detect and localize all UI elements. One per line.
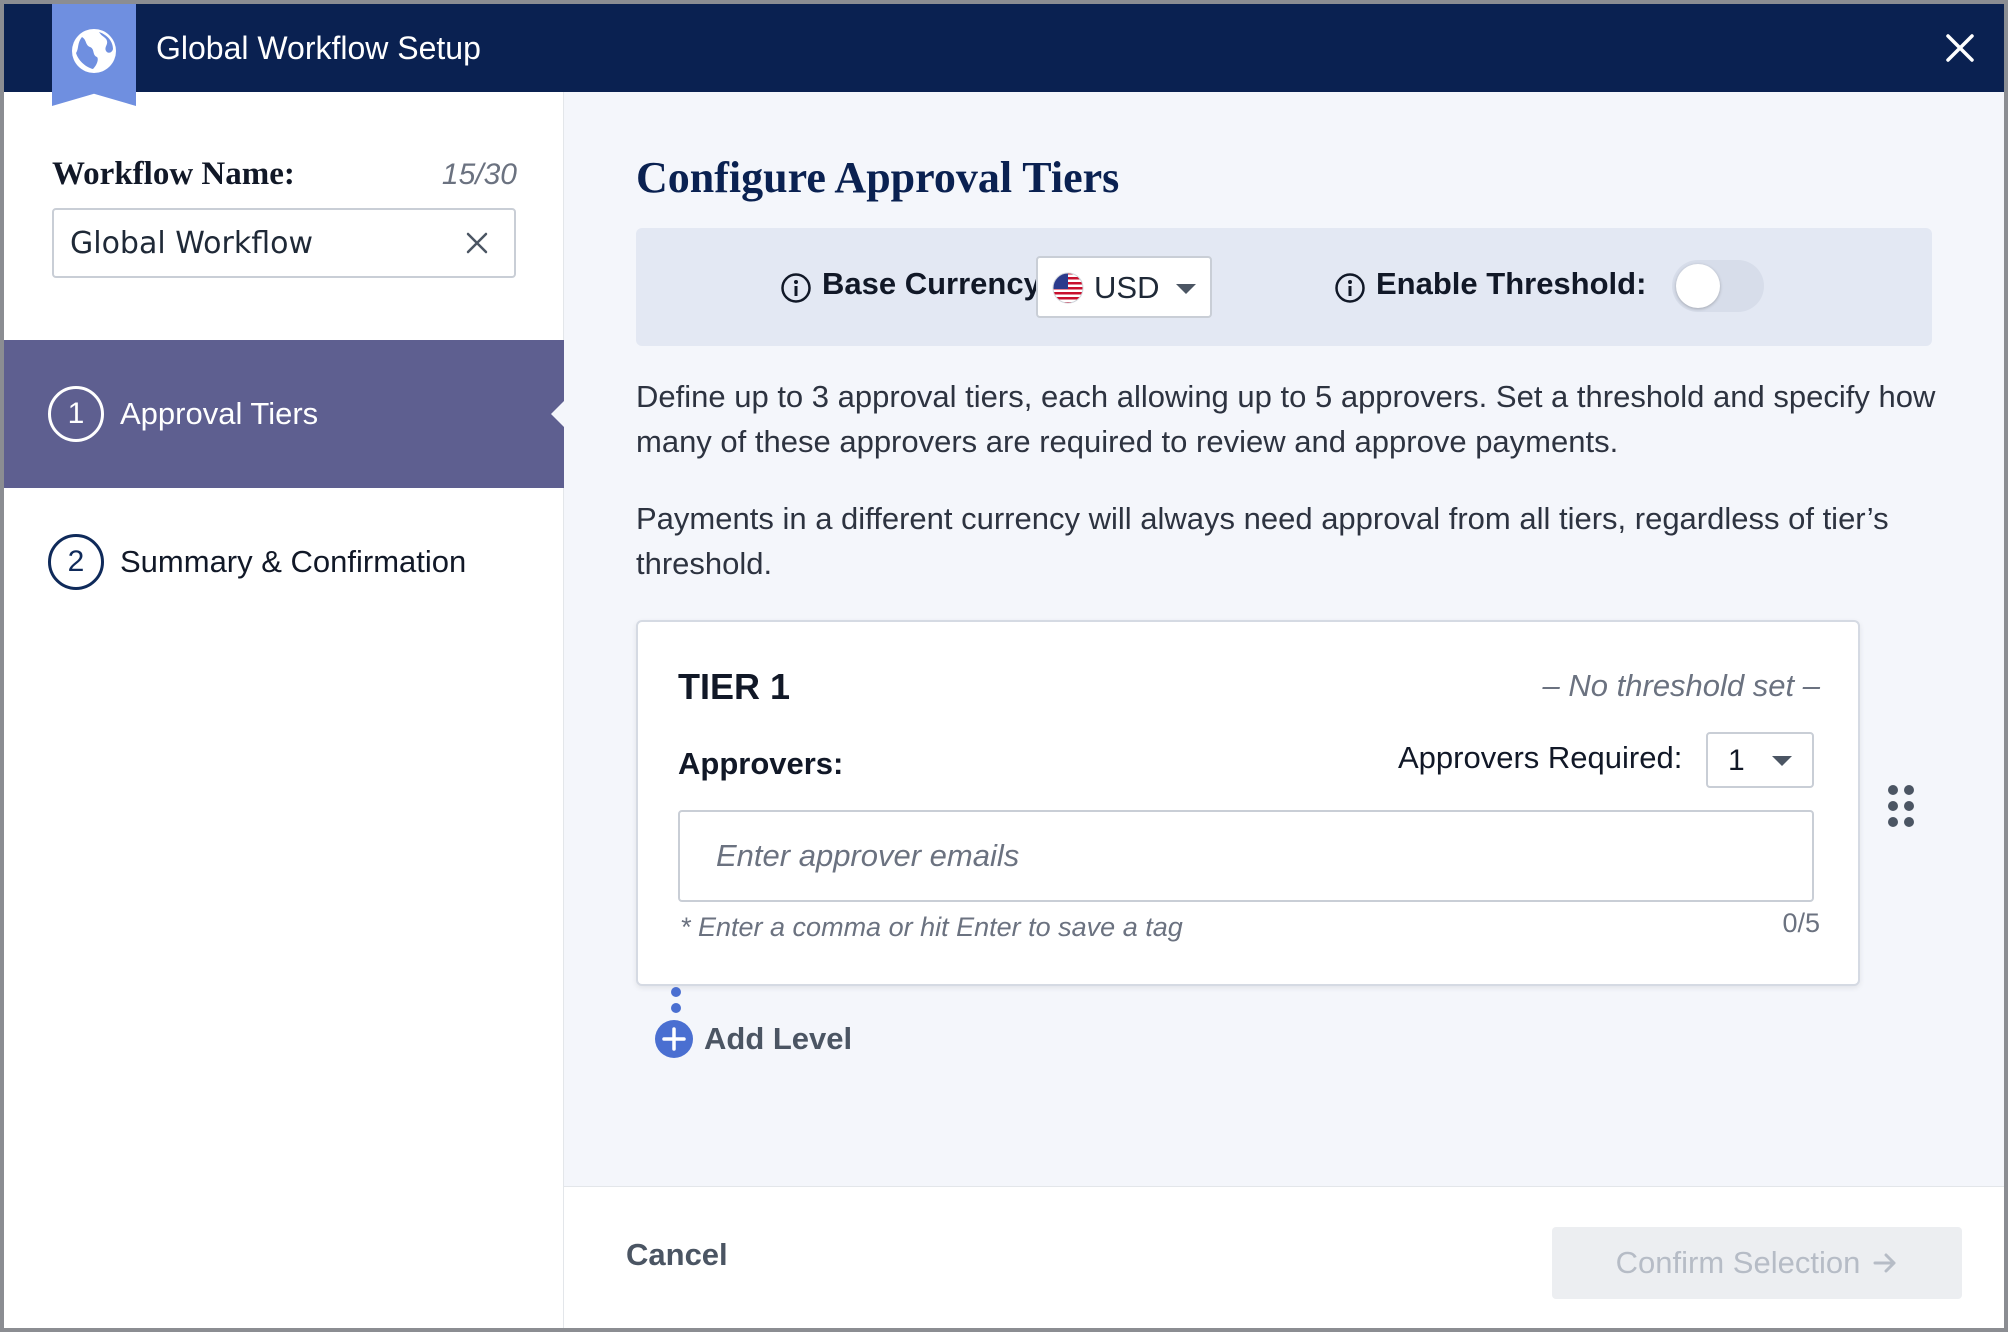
approvers-required-select[interactable]: 1 xyxy=(1706,732,1814,788)
config-bar: Base Currency: USD Enable Threshold: xyxy=(636,228,1932,346)
email-hint: * Enter a comma or hit Enter to save a t… xyxy=(680,912,1183,942)
connector-dot xyxy=(671,987,681,997)
step-number: 2 xyxy=(48,534,104,590)
step-approval-tiers[interactable]: 1 Approval Tiers xyxy=(4,340,565,488)
approvers-label: Approvers: xyxy=(678,746,844,781)
description-tiers: Define up to 3 approval tiers, each allo… xyxy=(636,379,1936,459)
description-currency: Payments in a different currency will al… xyxy=(636,501,1889,581)
chevron-down-icon xyxy=(1772,756,1792,766)
approver-count: 0/5 xyxy=(1782,908,1820,938)
active-step-pointer xyxy=(551,400,565,428)
confirm-label: Confirm Selection xyxy=(1615,1245,1861,1280)
currency-value: USD xyxy=(1094,270,1160,305)
main-content: Configure Approval Tiers Base Currency: xyxy=(564,92,2004,1186)
step-summary-confirmation[interactable]: 2 Summary & Confirmation xyxy=(4,488,564,636)
globe-icon xyxy=(72,29,116,73)
char-count: 15/30 xyxy=(441,158,517,191)
approvers-required-label: Approvers Required: xyxy=(1398,740,1683,775)
base-currency-label: Base Currency: xyxy=(822,266,1052,301)
workflow-name-input[interactable] xyxy=(52,208,516,278)
close-button[interactable] xyxy=(1938,26,1982,70)
modal-footer: Cancel Confirm Selection xyxy=(564,1186,2004,1328)
close-icon xyxy=(466,232,488,254)
tier-title: TIER 1 xyxy=(678,666,791,707)
us-flag-icon xyxy=(1052,272,1084,304)
step-label: Summary & Confirmation xyxy=(120,544,467,579)
modal-title: Global Workflow Setup xyxy=(156,30,481,66)
enable-threshold-label: Enable Threshold: xyxy=(1376,266,1647,301)
workflow-name-label: Workflow Name: xyxy=(52,156,295,192)
step-label: Approval Tiers xyxy=(120,396,319,431)
confirm-selection-button[interactable]: Confirm Selection xyxy=(1552,1227,1962,1299)
clear-name-button[interactable] xyxy=(460,226,494,260)
plus-circle-icon xyxy=(655,1020,693,1058)
sidebar: Workflow Name: 15/30 1 Approval Tiers 2 … xyxy=(4,92,565,1328)
modal-header: Global Workflow Setup xyxy=(4,4,2004,92)
close-icon xyxy=(1946,34,1974,62)
workflow-setup-modal: Global Workflow Setup Workflow Name: 15/… xyxy=(4,4,2004,1328)
add-level-button[interactable]: Add Level xyxy=(654,1018,852,1060)
arrow-right-icon xyxy=(1873,1253,1896,1273)
currency-select[interactable]: USD xyxy=(1036,256,1212,318)
info-icon[interactable] xyxy=(780,272,812,304)
drag-handle-icon[interactable] xyxy=(1886,784,1916,828)
page-title: Configure Approval Tiers xyxy=(636,153,1120,202)
toggle-knob xyxy=(1676,264,1720,308)
add-level-label: Add Level xyxy=(704,1021,853,1056)
tier-threshold-status: – No threshold set – xyxy=(1542,668,1820,703)
connector-dot xyxy=(671,1003,681,1013)
threshold-toggle[interactable] xyxy=(1672,260,1764,312)
info-icon[interactable] xyxy=(1334,272,1366,304)
chevron-down-icon xyxy=(1176,284,1196,294)
step-number: 1 xyxy=(48,386,104,442)
approvers-required-value: 1 xyxy=(1728,744,1745,777)
header-badge xyxy=(52,4,136,106)
tier-card: TIER 1 – No threshold set – Approvers: A… xyxy=(636,620,1860,986)
cancel-button[interactable]: Cancel xyxy=(626,1237,728,1273)
approver-email-input[interactable] xyxy=(678,810,1814,902)
